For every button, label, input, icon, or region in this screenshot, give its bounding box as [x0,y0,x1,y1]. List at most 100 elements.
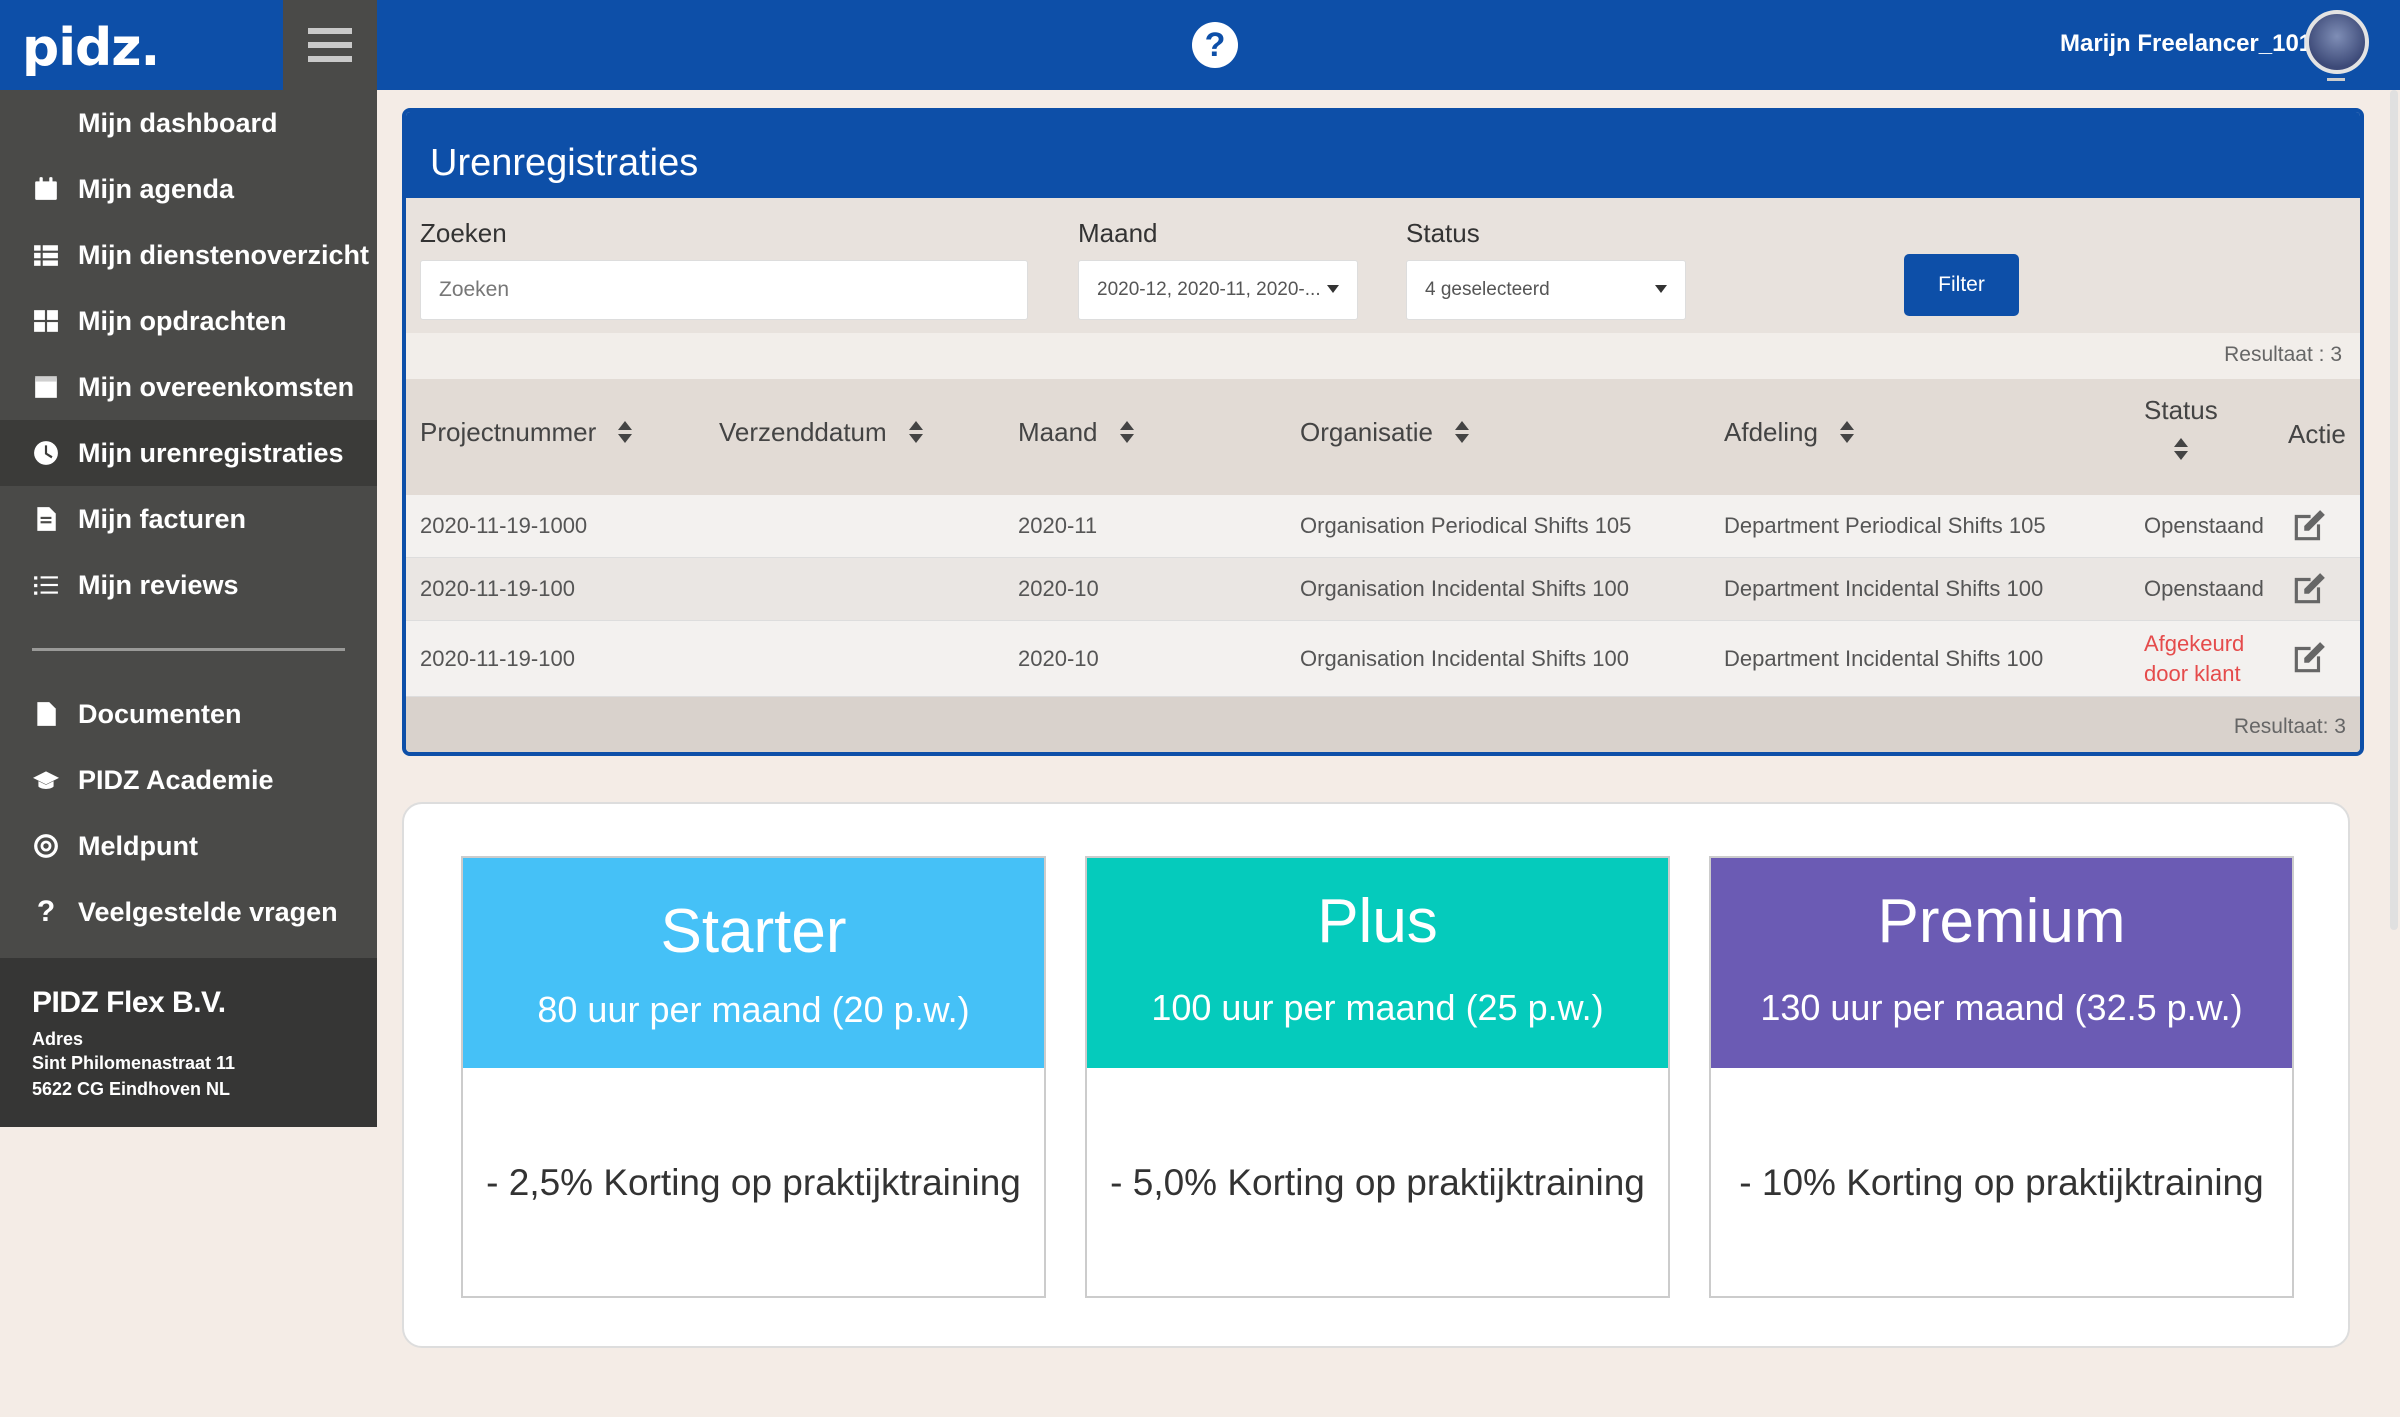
column-organisatie[interactable]: Organisatie [1300,417,1469,448]
sidebar-item-label: Mijn facturen [78,503,247,534]
plan-name: Premium [1877,887,2126,956]
cell-department: Department Incidental Shifts 100 [1724,645,2044,671]
column-verzenddatum[interactable]: Verzenddatum [719,417,923,448]
avatar[interactable] [2305,10,2369,74]
company-name: PIDZ Flex B.V. [32,986,226,1019]
sidebar-item-agenda[interactable]: Mijn agenda [0,156,377,222]
sidebar-item-dashboard[interactable]: Mijn dashboard [0,90,377,156]
sidebar-item-label: Veelgestelde vragen [78,896,338,927]
sidebar-item-dienstenoverzicht[interactable]: Mijn dienstenoverzicht [0,222,377,288]
help-icon[interactable]: ? [1192,22,1238,68]
filter-button[interactable]: Filter [1904,254,2019,316]
cell-status: Openstaand [2144,576,2264,601]
plan-discount: - 2,5% Korting op praktijktraining [486,1162,1021,1203]
hamburger-menu-icon[interactable] [283,0,377,90]
plans-section: Starter 80 uur per maand (20 p.w.) - 2,5… [402,802,2350,1348]
company-address: Adres Sint Philomenastraat 11 5622 CG Ei… [32,1026,345,1102]
plan-header: Premium 130 uur per maand (32.5 p.w.) [1711,858,2292,1068]
sidebar-item-urenregistraties[interactable]: Mijn urenregistraties [0,420,377,486]
search-label: Zoeken [420,218,507,248]
sidebar-item-label: Mijn reviews [78,569,239,600]
sidebar-item-meldpunt[interactable]: Meldpunt [0,813,377,879]
cell-project: 2020-11-19-1000 [420,513,588,538]
edit-icon[interactable] [2290,570,2328,608]
user-name[interactable]: Marijn Freelancer_101 [2060,30,2312,58]
status-select[interactable]: 4 geselecteerd [1406,260,1686,320]
address-label: Adres [32,1029,84,1049]
clock-icon [32,439,60,467]
cell-project: 2020-11-19-100 [420,576,575,601]
sort-icon[interactable] [1839,420,1854,445]
pidz-logo[interactable]: pidz. [22,18,160,78]
column-maand[interactable]: Maand [1018,417,1134,448]
search-placeholder: Zoeken [439,278,510,301]
column-label: Maand [1018,417,1098,447]
sidebar-item-label: Documenten [78,698,242,729]
table-row: 2020-11-19-100 2020-10 Organisation Inci… [406,621,2360,697]
sidebar-item-label: PIDZ Academie [78,764,274,795]
sidebar-item-facturen[interactable]: Mijn facturen [0,486,377,552]
column-afdeling[interactable]: Afdeling [1724,417,1854,448]
plan-hours: 80 uur per maand (20 p.w.) [537,989,970,1030]
sidebar-item-faq[interactable]: ? Veelgestelde vragen [0,879,377,945]
sidebar: pidz. Mijn dashboard Mijn agenda Mijn di… [0,0,377,1127]
sort-icon[interactable] [618,420,633,445]
sort-icon[interactable] [2173,438,2188,462]
sidebar-item-documenten[interactable]: Documenten [0,681,377,747]
chevron-down-icon [1327,285,1339,293]
plan-discount: - 10% Korting op praktijktraining [1739,1162,2264,1203]
sidebar-item-label: Meldpunt [78,830,198,861]
status-line: Afgekeurd [2144,630,2245,656]
cell-month: 2020-10 [1018,576,1099,601]
plan-card-plus[interactable]: Plus 100 uur per maand (25 p.w.) - 5,0% … [1085,856,1670,1298]
status-label: Status [1406,218,1480,248]
sidebar-item-academie[interactable]: PIDZ Academie [0,747,377,813]
cell-month: 2020-10 [1018,645,1099,671]
avatar-indicator [2327,78,2345,81]
company-info: PIDZ Flex B.V. Adres Sint Philomenastraa… [0,958,377,1127]
sort-icon[interactable] [908,420,923,445]
column-label: Actie [2288,419,2346,449]
plan-card-premium[interactable]: Premium 130 uur per maand (32.5 p.w.) - … [1709,856,2294,1298]
target-icon [32,832,60,860]
status-line: door klant [2144,660,2241,686]
cell-organisation: Organisation Incidental Shifts 100 [1300,576,1629,601]
column-label: Verzenddatum [719,417,887,447]
plan-header: Starter 80 uur per maand (20 p.w.) [463,858,1044,1068]
table-row: 2020-11-19-1000 2020-11 Organisation Per… [406,495,2360,558]
sidebar-item-label: Mijn dashboard [78,107,278,138]
table-header: Projectnummer Verzenddatum Maand Organis… [406,379,2360,495]
grid-icon [32,307,60,335]
sidebar-item-reviews[interactable]: Mijn reviews [0,552,377,618]
cell-month: 2020-11 [1018,513,1098,538]
column-label: Afdeling [1724,417,1818,447]
edit-icon[interactable] [2290,639,2328,677]
column-status[interactable]: Status [2144,395,2218,462]
edit-icon[interactable] [2290,507,2328,545]
column-label: Projectnummer [420,417,597,447]
sort-icon[interactable] [1119,420,1134,445]
cell-project: 2020-11-19-100 [420,645,575,671]
plan-card-starter[interactable]: Starter 80 uur per maand (20 p.w.) - 2,5… [461,856,1046,1298]
sidebar-item-opdrachten[interactable]: Mijn opdrachten [0,288,377,354]
list-icon [32,241,60,269]
cell-department: Department Periodical Shifts 105 [1724,513,2046,538]
search-input[interactable]: Zoeken [420,260,1028,320]
file-icon [32,505,60,533]
sidebar-nav: Mijn dashboard Mijn agenda Mijn diensten… [0,90,377,945]
column-projectnummer[interactable]: Projectnummer [420,417,633,448]
top-bar: ? Marijn Freelancer_101 [377,0,2400,90]
column-actie: Actie [2288,419,2346,450]
sidebar-item-label: Mijn urenregistraties [78,437,344,468]
sort-icon[interactable] [1454,420,1469,445]
sidebar-item-label: Mijn agenda [78,173,235,204]
calendar-icon [32,373,60,401]
table-row: 2020-11-19-100 2020-10 Organisation Inci… [406,558,2360,621]
result-count-label: Resultaat : 3 [2224,343,2342,366]
sidebar-item-overeenkomsten[interactable]: Mijn overeenkomsten [0,354,377,420]
filter-bar: Zoeken Zoeken Maand 2020-12, 2020-11, 20… [406,198,2360,333]
month-select[interactable]: 2020-12, 2020-11, 2020-... [1078,260,1358,320]
page-scrollbar[interactable] [2390,90,2398,930]
logo-bar: pidz. [0,0,283,90]
status-value: 4 geselecteerd [1425,279,1550,300]
